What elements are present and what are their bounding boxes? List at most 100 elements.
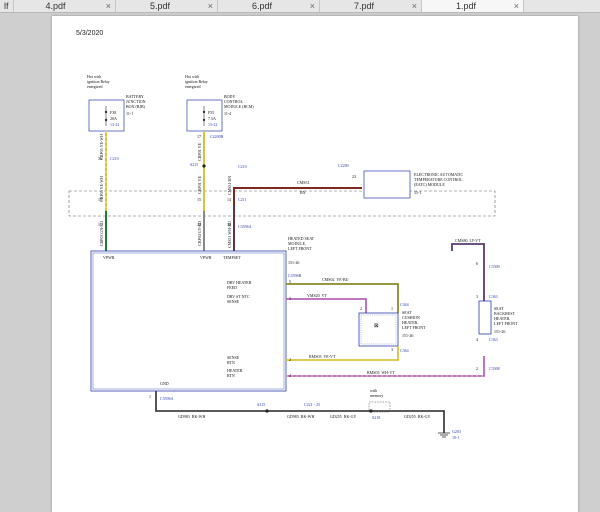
tab-pdf-6[interactable]: 6.pdf ×	[218, 0, 320, 12]
cushion-label: SEAT CUSHION HEATER, LEFT FRONT	[402, 310, 426, 330]
connector-c211: C211	[238, 197, 247, 202]
connector-c364-top: C364	[400, 302, 409, 307]
wire-label: CMS80 LY-VT	[455, 238, 481, 243]
backrest-ref: 151-26	[494, 329, 506, 334]
tab-label: 6.pdf	[252, 1, 273, 11]
connector-c363-bot: C363	[489, 337, 498, 342]
pdf-viewer[interactable]: 5/3/2020 Hot with ignition Relay energiz…	[0, 13, 600, 512]
pin: 23	[352, 174, 356, 179]
pdf-page: 5/3/2020 Hot with ignition Relay energiz…	[52, 16, 578, 512]
bcm-label: BODY CONTROL MODULE (BCM)	[224, 94, 254, 109]
splice-dot	[202, 164, 206, 168]
hot-note-right: Hot with ignition Relay energized	[185, 74, 208, 89]
close-icon[interactable]: ×	[514, 0, 519, 12]
wire-label: RMS03 WH-VT	[367, 370, 395, 375]
bjb-code: 13-22	[110, 122, 120, 127]
pin: 4	[289, 373, 291, 378]
wire-label: CBP01 YE	[197, 143, 202, 161]
tab-label: 7.pdf	[354, 1, 375, 11]
connector-c2200b: C2200B	[210, 134, 224, 139]
eatc-ref: 55-1	[414, 190, 422, 195]
pin: 2	[476, 366, 478, 371]
pin: 4	[476, 337, 478, 342]
connector-c3596b: C3596B	[288, 273, 302, 278]
module-name: HEATED SEAT MODULE, LEFT FRONT	[288, 236, 315, 251]
hot-note-left: Hot with ignition Relay energized	[87, 74, 110, 89]
tab-pdf-7[interactable]: 7.pdf ×	[320, 0, 422, 12]
connector-dashed-frame	[68, 190, 496, 217]
wire-label: CMS02 YE-BU	[322, 277, 349, 282]
connector-c2280: C2280	[338, 163, 349, 168]
connector-c221: C221 - 25	[304, 402, 320, 407]
splice-s215: S215	[190, 162, 199, 167]
wire-label: VMS20 VT	[307, 293, 327, 298]
pin-label-ntc-sense: DRV ST NTC SENSE	[227, 294, 250, 304]
tab-pdf-0[interactable]: lf	[0, 0, 14, 12]
tab-label: lf	[4, 1, 9, 11]
tab-pdf-5[interactable]: 5.pdf ×	[116, 0, 218, 12]
bcm-code: 13-22	[208, 122, 218, 127]
wire-label: CBP03 GN-RD	[99, 221, 104, 247]
tab-label: 5.pdf	[150, 1, 171, 11]
pin: 6	[476, 261, 478, 266]
ground-ref: 10-1	[452, 435, 460, 440]
connector-c210: C210	[110, 156, 119, 161]
connector-c363-top: C363	[489, 294, 498, 299]
wire-bk-wh	[155, 391, 445, 433]
close-icon[interactable]: ×	[208, 0, 213, 12]
pin: 2	[289, 357, 291, 362]
pin-label-drv-heater-feed: DRV HEATER FEED	[227, 280, 252, 290]
wire-label: BN	[300, 190, 306, 195]
wire-ly-vt	[451, 243, 485, 301]
pin-label-sense-rtn: SENSE RTN	[227, 355, 240, 365]
wire-label: CMS51 WH-BU	[227, 221, 232, 249]
heater-element-icon: ⊠	[374, 323, 379, 329]
wire-label: GD983 BK-WH	[287, 414, 315, 419]
pin: 17	[197, 134, 201, 139]
backrest-label: SEAT BACKREST HEATER, LEFT FRONT	[494, 306, 518, 326]
connector-c3596a-bot: C3596A	[160, 396, 174, 401]
pin: 3	[289, 296, 291, 301]
connector-c364-bot: C364	[400, 348, 409, 353]
wire-label: CBP05 YE-WH	[99, 134, 104, 160]
pin-label-vpwr-2: VPWR	[200, 255, 212, 260]
wire-label: CBP05 YE-WH	[99, 176, 104, 202]
wire-label: CBP01 YE	[197, 176, 202, 194]
pin: 3	[476, 294, 478, 299]
wire-label: GD983 BK-WH	[178, 414, 206, 419]
pin: 15	[197, 197, 201, 202]
splice-s218: S218	[372, 415, 381, 420]
connector-c210-b: C210	[238, 164, 247, 169]
pin: 5	[289, 279, 291, 284]
wire-label: CMS51	[297, 180, 310, 185]
bjb-label: BATTERY JUNCTION BOX (BJB)	[126, 94, 146, 109]
close-icon[interactable]: ×	[412, 0, 417, 12]
pin-label-tempset: TEMPSET	[223, 255, 241, 260]
pin: 3	[391, 347, 393, 352]
wire-label: GD255 BK-GY	[330, 414, 357, 419]
bjb-ref: 11-1	[126, 111, 134, 116]
cushion-box	[358, 312, 399, 347]
pin-label-heater-rtn: HEATER RTN	[227, 368, 243, 378]
module-box	[90, 250, 287, 392]
splice-s215-b: S215	[257, 402, 266, 407]
tab-label: 4.pdf	[45, 1, 66, 11]
connector-c3308: C3308	[489, 366, 500, 371]
close-icon[interactable]: ×	[310, 0, 315, 12]
wire-label: GD255 BK-GY	[404, 414, 431, 419]
bjb-rating: 20A	[110, 116, 117, 121]
tab-pdf-1[interactable]: 1.pdf ×	[422, 0, 524, 12]
bcm-rating: 7.5A	[208, 116, 216, 121]
pin-label-vpwr: VPWR	[103, 255, 115, 260]
memory-note: with memory	[370, 388, 384, 398]
pin: 2	[360, 306, 362, 311]
eatc-label: ELECTRONIC AUTOMATIC TEMPERATURE CONTROL…	[414, 172, 464, 187]
pin: 1	[149, 394, 151, 399]
wire-label: CBP04 GY-RD	[197, 221, 202, 246]
tab-pdf-4[interactable]: 4.pdf ×	[14, 0, 116, 12]
connector-c3309: C3309	[489, 264, 500, 269]
wire-label: RMS03 VE-VT	[309, 354, 336, 359]
pin: 14	[227, 197, 231, 202]
ground-g203: G203	[452, 429, 461, 434]
close-icon[interactable]: ×	[106, 0, 111, 12]
